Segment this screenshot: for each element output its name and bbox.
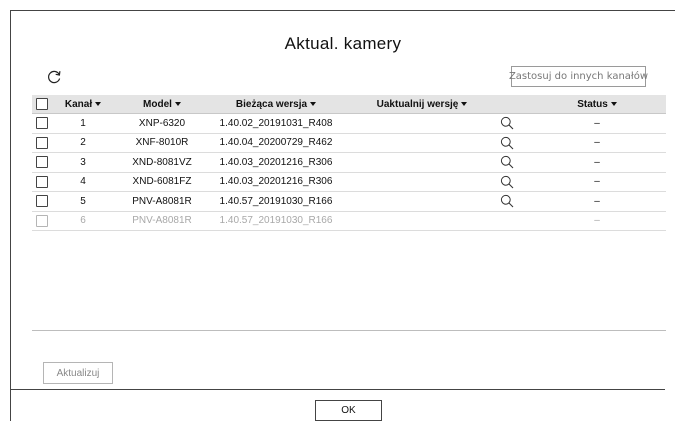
channel-cell: 4 [80,176,86,188]
camera-update-dialog: Aktual. kamery Zastosuj do innych kanałó… [10,10,675,421]
refresh-icon[interactable] [45,68,63,86]
channel-cell: 5 [80,195,86,207]
status-cell: – [594,117,600,129]
current-version-cell: 1.40.02_20191031_R408 [219,117,333,129]
model-cell: PNV-A8081R [132,195,192,207]
search-icon[interactable] [497,192,517,211]
status-cell: – [594,176,600,188]
channel-cell: 1 [80,117,86,129]
model-cell: XNF-8010R [135,137,189,149]
channel-cell: 2 [80,137,86,149]
model-cell: PNV-A8081R [132,215,192,227]
sort-caret-icon [310,102,317,106]
current-version-cell: 1.40.04_20200729_R462 [219,137,333,149]
status-cell: – [594,156,600,168]
sort-caret-icon [174,102,181,106]
table-row: 4 XND-6081FZ 1.40.03_20201216_R306 – [32,173,666,192]
table-row: 6 PNV-A8081R 1.40.57_20191030_R166 – [32,212,666,231]
dialog-title: Aktual. kamery [284,34,402,53]
table-header-row: Kanał Model Bieżąca wersja Uaktualnij we… [32,95,666,114]
row-checkbox[interactable] [35,114,48,133]
footer-divider [11,389,665,390]
update-button[interactable]: Aktualizuj [43,362,113,384]
sort-caret-icon [610,102,617,106]
model-cell: XND-6081FZ [132,176,192,188]
table-bottom-divider [32,330,666,331]
table-row: 2 XNF-8010R 1.40.04_20200729_R462 – [32,134,666,153]
current-version-cell: 1.40.57_20191030_R166 [219,215,333,227]
table-row: 1 XNP-6320 1.40.02_20191031_R408 – [32,114,666,134]
header-current-version[interactable]: Bieżąca wersja [210,95,342,113]
ok-button[interactable]: OK [315,400,382,421]
select-all-checkbox[interactable] [35,95,48,113]
header-status[interactable]: Status [552,95,642,113]
header-model[interactable]: Model [122,95,202,113]
sort-caret-icon [95,102,102,106]
sort-caret-icon [461,102,468,106]
status-cell: – [594,137,600,149]
camera-table: Kanał Model Bieżąca wersja Uaktualnij we… [32,95,666,231]
search-icon[interactable] [497,114,517,133]
channel-cell: 6 [80,215,86,227]
row-checkbox [35,212,48,231]
row-checkbox[interactable] [35,134,48,153]
row-checkbox[interactable] [35,192,48,211]
search-icon[interactable] [497,153,517,172]
status-cell: – [594,215,600,227]
search-icon[interactable] [497,134,517,153]
model-cell: XNP-6320 [138,117,186,129]
header-update-version[interactable]: Uaktualnij wersję [352,95,492,113]
table-row: 5 PNV-A8081R 1.40.57_20191030_R166 – [32,192,666,212]
header-channel[interactable]: Kanał [62,95,104,113]
current-version-cell: 1.40.03_20201216_R306 [219,176,333,188]
search-icon[interactable] [497,173,517,192]
model-cell: XND-8081VZ [132,156,192,168]
row-checkbox[interactable] [35,173,48,192]
table-row: 3 XND-8081VZ 1.40.03_20201216_R306 – [32,153,666,173]
status-cell: – [594,195,600,207]
current-version-cell: 1.40.03_20201216_R306 [219,156,333,168]
channel-cell: 3 [80,156,86,168]
row-checkbox[interactable] [35,153,48,172]
current-version-cell: 1.40.57_20191030_R166 [219,195,333,207]
apply-to-other-channels-button[interactable]: Zastosuj do innych kanałów [509,66,648,87]
